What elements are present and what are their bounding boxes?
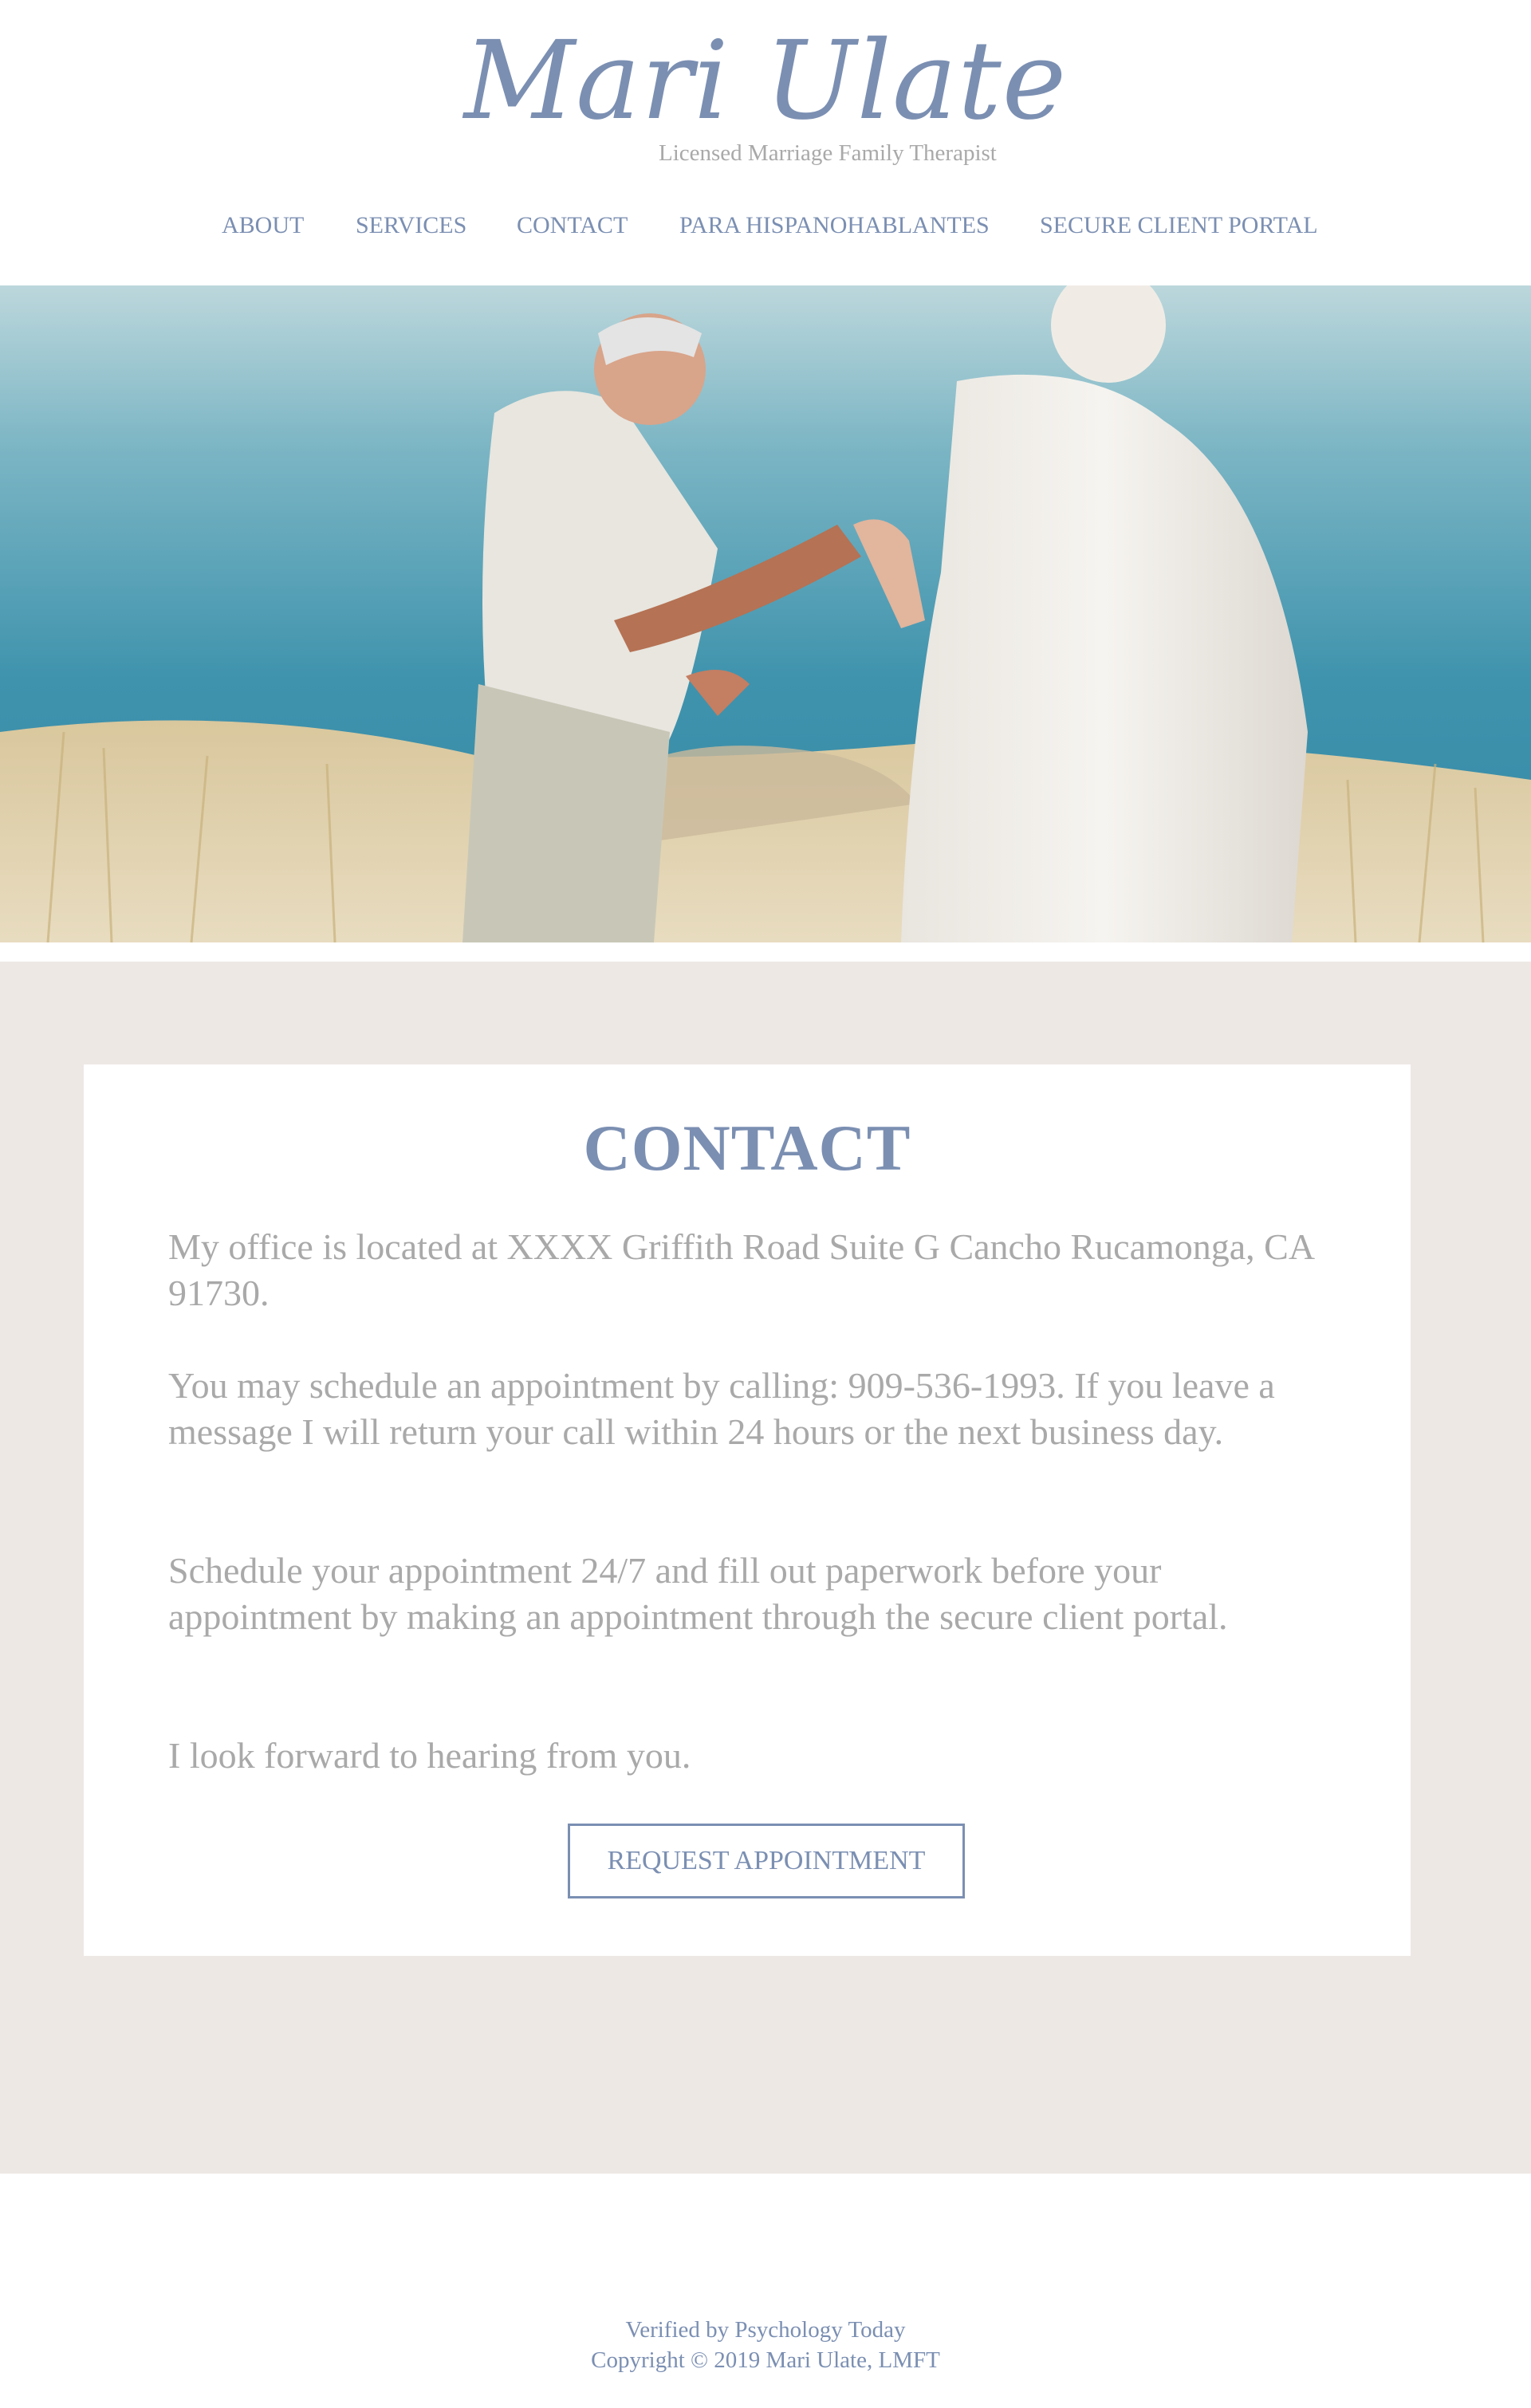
client-portal-paragraph: Schedule your appointment 24/7 and fill … xyxy=(168,1550,1228,1637)
site-tagline: Licensed Marriage Family Therapist xyxy=(659,140,997,166)
hero-photo-couple-by-sea xyxy=(0,285,1531,942)
site-logo[interactable]: Mari Ulate xyxy=(464,18,1067,144)
nav-item-secure-client-portal[interactable]: SECURE CLIENT PORTAL xyxy=(1040,212,1318,239)
verified-by-psychology-today-link[interactable]: Verified by Psychology Today xyxy=(0,2317,1531,2343)
nav-item-contact[interactable]: CONTACT xyxy=(517,212,628,239)
logo-container: Mari Ulate xyxy=(0,27,1531,136)
contact-card: CONTACT My office is located at XXXX Gri… xyxy=(84,1064,1411,1956)
site-footer: Verified by Psychology Today Copyright ©… xyxy=(0,2174,1531,2408)
site-header: Mari Ulate Licensed Marriage Family Ther… xyxy=(0,0,1531,285)
nav-item-para-hispanohablantes[interactable]: PARA HISPANOHABLANTES xyxy=(679,212,990,239)
schedule-by-phone-paragraph: You may schedule an appointment by calli… xyxy=(168,1365,1275,1452)
office-address-paragraph: My office is located at XXXX Griffith Ro… xyxy=(168,1226,1313,1313)
contact-section: CONTACT My office is located at XXXX Gri… xyxy=(0,962,1531,2174)
nav-item-services[interactable]: SERVICES xyxy=(356,212,466,239)
request-appointment-button[interactable]: REQUEST APPOINTMENT xyxy=(568,1824,965,1898)
copyright-text: Copyright © 2019 Mari Ulate, LMFT xyxy=(591,2347,940,2373)
closing-paragraph: I look forward to hearing from you. xyxy=(168,1735,691,1776)
contact-title: CONTACT xyxy=(583,1112,911,1184)
hero-image xyxy=(0,285,1531,942)
nav-item-about[interactable]: ABOUT xyxy=(222,212,304,239)
main-nav: ABOUT SERVICES CONTACT PARA HISPANOHABLA… xyxy=(0,212,1531,244)
